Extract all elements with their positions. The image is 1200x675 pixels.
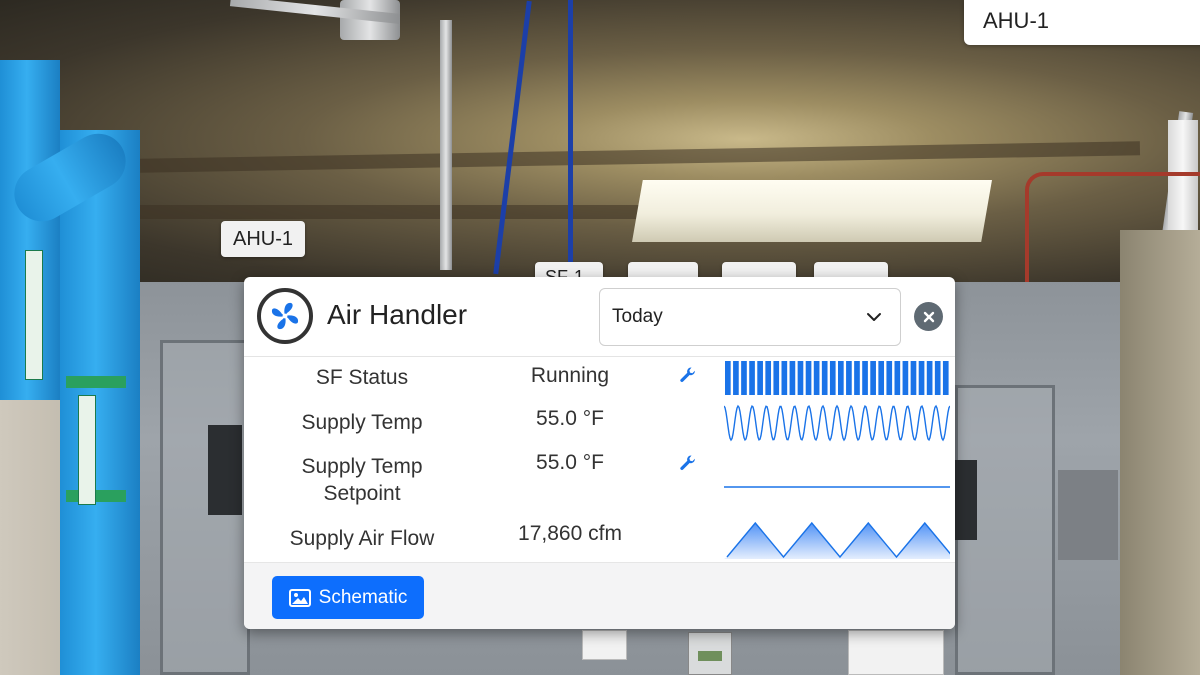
trend-pulse [846,361,852,395]
image-icon [288,588,311,607]
point-value: 55.0 °F [536,451,604,474]
time-range-select[interactable]: Today [599,288,901,346]
time-range-value: Today [612,306,663,327]
trend-pulse [886,361,893,395]
popup-header: Air Handler Today [244,277,955,357]
trend-pulse [789,361,796,395]
chilled-water-supply-pipe [60,130,140,675]
ceiling-light [632,180,992,242]
trend-pulse [838,361,844,395]
trend-pulse [918,361,925,395]
trend-pulse [805,361,812,395]
trend-pulse [942,361,949,395]
trend-pulse [749,361,755,395]
asset-tag-ahu[interactable]: AHU-1 [221,221,306,257]
schematic-label: Schematic [318,586,408,608]
point-row-sf-status[interactable]: SF Status Running [244,357,955,401]
popup-footer: Schematic [244,562,955,629]
trend-pulse [878,361,885,395]
trend-pulse [894,361,901,395]
close-button[interactable] [914,302,943,331]
trend-pulse [773,361,780,395]
trend-pulse [902,361,909,395]
trend-pulse [781,361,788,395]
wrench-icon[interactable] [679,366,697,384]
trend-sparkline [724,404,950,442]
trend-pulse [910,361,917,395]
junction-box [1058,470,1118,560]
trend-pulse [725,361,731,395]
point-label: Supply Temp Setpoint [301,455,423,505]
fan-icon [257,288,313,344]
point-label: Supply Air Flow [289,527,435,550]
cable [568,0,573,275]
asset-selector[interactable]: AHU-1 [964,0,1200,45]
trend-pulse [741,361,747,395]
equipment-sticker [848,630,944,675]
trend-pulse [757,361,763,395]
ceiling-beam [120,205,680,219]
point-label: SF Status [315,366,409,389]
trend-pulse [813,361,820,395]
point-row-supply-air-flow[interactable]: Supply Air Flow 17,860 cfm [244,517,955,562]
air-handler-popup: Air Handler Today SF Status Running Supp… [244,277,955,629]
schematic-button[interactable]: Schematic [272,576,424,619]
close-icon [923,311,934,322]
equipment-sticker [582,630,627,660]
trend-pulse [829,361,836,395]
trend-pulse [854,361,860,395]
trend-pulse [821,361,828,395]
trend-sparkline [724,521,950,559]
point-row-supply-temp-setpoint[interactable]: Supply Temp Setpoint 55.0 °F [244,445,955,517]
ahu-window [955,460,977,540]
conduit [440,20,452,270]
trend-pulse [797,361,804,395]
trend-pulse [934,361,941,395]
pipe-label [78,395,96,505]
trend-pulse [870,361,876,395]
point-row-supply-temp[interactable]: Supply Temp 55.0 °F [244,401,955,445]
trend-pulse [926,361,933,395]
pipe-label-band [66,376,126,388]
control-meter [688,632,732,675]
trend-sparkline [724,486,950,488]
trend-pulse [862,361,868,395]
trend-pulse [765,361,772,395]
chevron-down-icon [867,313,881,321]
point-label: Supply Temp [301,411,423,434]
point-value: 55.0 °F [536,407,604,430]
wrench-icon[interactable] [679,454,697,472]
wall [1120,230,1200,675]
ahu-window [208,425,242,515]
point-value: 17,860 cfm [518,522,622,545]
point-value: Running [530,364,610,387]
pipe-label-band [66,490,126,502]
trend-sparkline [725,361,949,395]
pipe-label [25,250,43,380]
trend-pulse [733,361,739,395]
points-list: SF Status Running Supply Temp 55.0 °F Su… [244,357,955,562]
popup-title: Air Handler [327,299,468,330]
